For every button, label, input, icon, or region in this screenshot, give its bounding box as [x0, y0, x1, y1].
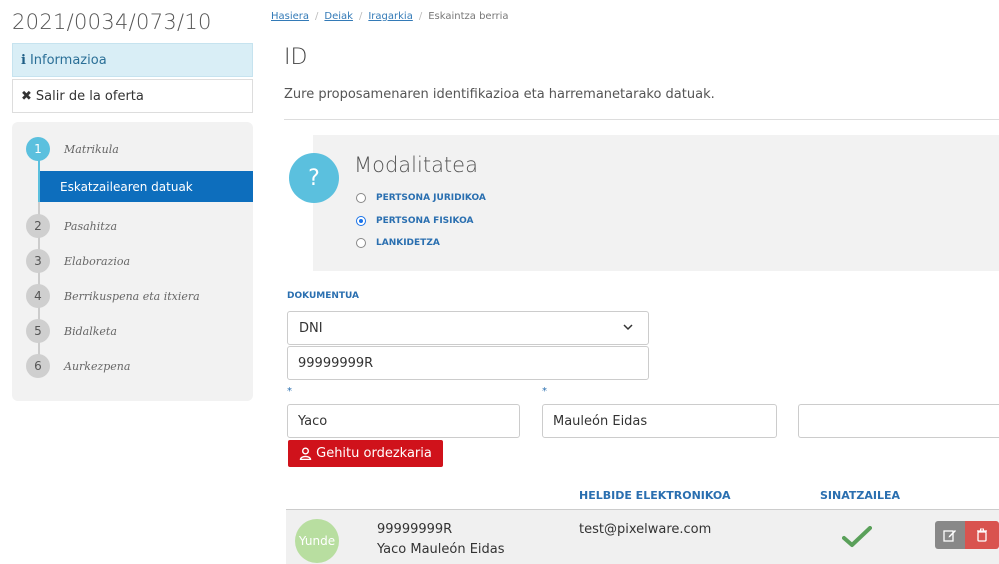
document-number-value: 99999999R: [298, 355, 374, 371]
info-button[interactable]: i Informazioa: [12, 43, 253, 77]
radio-button[interactable]: [356, 193, 366, 203]
radio-label: PERTSONA JURIDIKOA: [376, 193, 486, 203]
close-icon: ✖: [21, 88, 32, 104]
question-icon: ?: [289, 153, 339, 203]
step-5[interactable]: 5 Bidalketa: [26, 319, 117, 343]
breadcrumb-separator: /: [315, 11, 319, 22]
row-document: 99999999R: [377, 522, 453, 537]
breadcrumb-announcement-link[interactable]: Iragarkia: [368, 11, 412, 22]
step-6[interactable]: 6 Aurkezpena: [26, 354, 130, 378]
breadcrumb-separator: /: [418, 11, 423, 22]
breadcrumb: Hasiera / Deiak / Iragarkia / Eskaintza berria: [271, 11, 509, 22]
page-subtitle: Zure proposamenaren identifikazioa eta h…: [284, 87, 715, 102]
row-email: test@pixelware.com: [579, 522, 712, 537]
first-name-value: Yaco: [298, 413, 328, 429]
last-name-value: Mauleón Eidas: [553, 413, 648, 429]
exit-offer-button[interactable]: ✖ Salir de la oferta: [12, 79, 253, 113]
required-marker: *: [542, 386, 547, 397]
step-label: Matrikula: [64, 142, 119, 156]
document-type-value: DNI: [299, 320, 323, 336]
avatar: Yunde: [295, 519, 339, 563]
step-number: 4: [26, 284, 50, 308]
modality-title: Modalitatea: [354, 153, 478, 177]
first-name-input[interactable]: Yaco: [287, 404, 520, 438]
substep-applicant-data[interactable]: Eskatzailearen datuak: [40, 171, 253, 202]
email-column-header: HELBIDE ELEKTRONIKOA: [579, 489, 731, 502]
info-icon: i: [21, 52, 26, 68]
step-number: 1: [26, 137, 50, 161]
exit-label: Salir de la oferta: [35, 88, 144, 104]
step-label: Elaborazioa: [64, 254, 131, 268]
document-type-select[interactable]: DNI: [287, 311, 649, 345]
step-2[interactable]: 2 Pasahitza: [26, 214, 117, 238]
divider: [284, 119, 999, 120]
radio-collaboration[interactable]: LANKIDETZA: [356, 238, 440, 248]
radio-button[interactable]: [356, 238, 366, 248]
step-1[interactable]: 1 Matrikula: [26, 137, 119, 161]
step-label: Bidalketa: [64, 324, 117, 338]
radio-natural-person[interactable]: PERTSONA FISIKOA: [356, 216, 473, 226]
document-number-input[interactable]: 99999999R: [287, 346, 649, 380]
step-label: Pasahitza: [64, 219, 118, 233]
edit-icon: [943, 530, 956, 542]
chevron-down-icon: [623, 324, 633, 331]
radio-button[interactable]: [356, 216, 366, 226]
user-icon: [299, 447, 312, 460]
trash-icon: [977, 528, 987, 542]
breadcrumb-home-link[interactable]: Hasiera: [271, 11, 309, 22]
checkmark-icon: [842, 526, 872, 547]
step-number: 5: [26, 319, 50, 343]
info-label: Informazioa: [29, 52, 107, 68]
document-label: DOKUMENTUA: [287, 291, 360, 301]
radio-label: PERTSONA FISIKOA: [376, 216, 474, 226]
page-title: ID: [284, 45, 308, 70]
edit-button[interactable]: [935, 521, 965, 549]
step-number: 6: [26, 354, 50, 378]
step-number: 2: [26, 214, 50, 238]
radio-label: LANKIDETZA: [376, 238, 440, 248]
signer-column-header: SINATZAILEA: [820, 489, 901, 502]
radio-legal-person[interactable]: PERTSONA JURIDIKOA: [356, 193, 486, 203]
step-4[interactable]: 4 Berrikuspena eta itxiera: [26, 284, 200, 308]
breadcrumb-calls-link[interactable]: Deiak: [324, 11, 353, 22]
step-label: Berrikuspena eta itxiera: [64, 289, 200, 303]
file-id: 2021/0034/073/10: [12, 10, 212, 34]
breadcrumb-separator: /: [358, 11, 363, 22]
step-label: Aurkezpena: [64, 359, 131, 373]
third-name-input[interactable]: [798, 404, 999, 438]
add-representative-label: Gehitu ordezkaria: [316, 446, 432, 461]
step-number: 3: [26, 249, 50, 273]
add-representative-button[interactable]: Gehitu ordezkaria: [288, 440, 443, 467]
delete-button[interactable]: [965, 521, 999, 549]
required-marker: *: [287, 386, 292, 397]
breadcrumb-current: Eskaintza berria: [428, 11, 509, 22]
row-name: Yaco Mauleón Eidas: [377, 542, 505, 557]
step-3[interactable]: 3 Elaborazioa: [26, 249, 130, 273]
last-name-input[interactable]: Mauleón Eidas: [542, 404, 777, 438]
